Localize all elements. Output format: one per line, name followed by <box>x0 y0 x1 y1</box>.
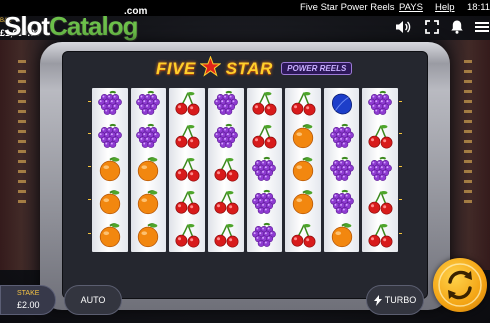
cherries-symbol-icon <box>291 92 316 116</box>
watermark-com: .com <box>124 6 148 17</box>
payline-marker <box>399 166 402 167</box>
payline-marker <box>399 133 402 134</box>
reel-8 <box>362 88 398 252</box>
grapes-symbol-icon <box>252 222 277 247</box>
reel-5 <box>246 88 283 252</box>
cherries-symbol-icon <box>214 223 239 248</box>
auto-label: AUTO <box>80 295 106 305</box>
orange-symbol-icon <box>99 189 120 214</box>
grapes-symbol-icon <box>368 156 393 181</box>
stake-label: STAKE <box>17 290 40 297</box>
spin-arrows-icon <box>438 263 482 307</box>
orange-symbol-icon <box>292 124 314 149</box>
spin-button[interactable] <box>433 258 487 312</box>
logo-power-reels: POWER REELS <box>281 62 353 75</box>
fullscreen-icon[interactable] <box>424 19 440 35</box>
game-logo: FIVE STAR POWER REELS <box>156 56 353 80</box>
payline-marker <box>399 199 402 200</box>
logo-five-text: FIVE <box>156 59 196 78</box>
payline-marker <box>88 166 91 167</box>
orange-symbol-icon <box>99 157 120 182</box>
payline-marker <box>399 101 402 102</box>
stake-value: £2.00 <box>17 300 40 310</box>
grapes-symbol-icon <box>213 124 238 149</box>
orange-symbol-icon <box>292 189 314 214</box>
cherries-symbol-icon <box>368 125 393 149</box>
background-lights-right <box>464 60 472 210</box>
grapes-symbol-icon <box>368 91 393 116</box>
grapes-symbol-icon <box>213 91 238 116</box>
reel-2 <box>130 88 167 252</box>
reel-6 <box>285 88 321 252</box>
reel-4 <box>207 88 244 252</box>
watermark-slot: Slot <box>4 11 50 41</box>
grapes-symbol-icon <box>329 156 354 181</box>
background-lights-left <box>18 60 26 210</box>
help-link[interactable]: Help <box>435 2 455 14</box>
star-icon <box>200 56 222 77</box>
cherries-symbol-icon <box>214 158 239 182</box>
menu-icon[interactable] <box>474 19 490 35</box>
clock: 18:11 <box>467 2 490 13</box>
grapes-symbol-icon <box>136 124 161 149</box>
payline-marker <box>399 233 402 234</box>
turbo-label: TURBO <box>384 295 417 305</box>
cherries-symbol-icon <box>291 223 316 248</box>
orange-symbol-icon <box>331 222 352 247</box>
game-title: Five Star Power Reels <box>300 2 395 13</box>
reel-7 <box>323 88 360 252</box>
cherries-symbol-icon <box>368 223 393 248</box>
orange-symbol-icon <box>138 157 159 182</box>
cherries-symbol-icon <box>368 190 393 215</box>
cherries-symbol-icon <box>175 92 200 116</box>
grapes-symbol-icon <box>97 91 122 116</box>
payline-marker <box>88 199 91 200</box>
speaker-icon[interactable] <box>395 19 411 35</box>
plum-symbol-icon <box>331 94 352 115</box>
payline-marker <box>88 133 91 134</box>
payline-marker <box>88 101 91 102</box>
grapes-symbol-icon <box>252 156 277 181</box>
grapes-symbol-icon <box>97 124 122 149</box>
cherries-symbol-icon <box>214 190 239 215</box>
orange-symbol-icon <box>99 222 120 247</box>
payline-marker <box>88 233 91 234</box>
orange-symbol-icon <box>138 189 159 214</box>
stake-selector[interactable]: STAKE £2.00 <box>0 285 56 315</box>
cherries-symbol-icon <box>175 190 200 215</box>
grapes-symbol-icon <box>136 91 161 116</box>
cherries-symbol-icon <box>175 158 200 182</box>
grapes-symbol-icon <box>329 189 354 214</box>
orange-symbol-icon <box>138 222 159 247</box>
orange-symbol-icon <box>292 157 314 182</box>
reel-1 <box>92 88 128 252</box>
cherries-symbol-icon <box>175 125 200 149</box>
reel-3 <box>169 88 205 252</box>
lightning-icon <box>373 294 382 306</box>
cherries-symbol-icon <box>175 223 200 248</box>
turbo-button[interactable]: TURBO <box>366 285 424 315</box>
reels-grid <box>92 88 398 252</box>
notification-bell-icon[interactable] <box>449 19 465 35</box>
auto-button[interactable]: AUTO <box>64 285 122 315</box>
grapes-symbol-icon <box>329 124 354 149</box>
pays-link[interactable]: PAYS <box>399 2 423 14</box>
cherries-symbol-icon <box>252 125 277 149</box>
logo-star-text: STAR <box>225 59 273 78</box>
cherries-symbol-icon <box>252 92 277 116</box>
grapes-symbol-icon <box>252 189 277 214</box>
